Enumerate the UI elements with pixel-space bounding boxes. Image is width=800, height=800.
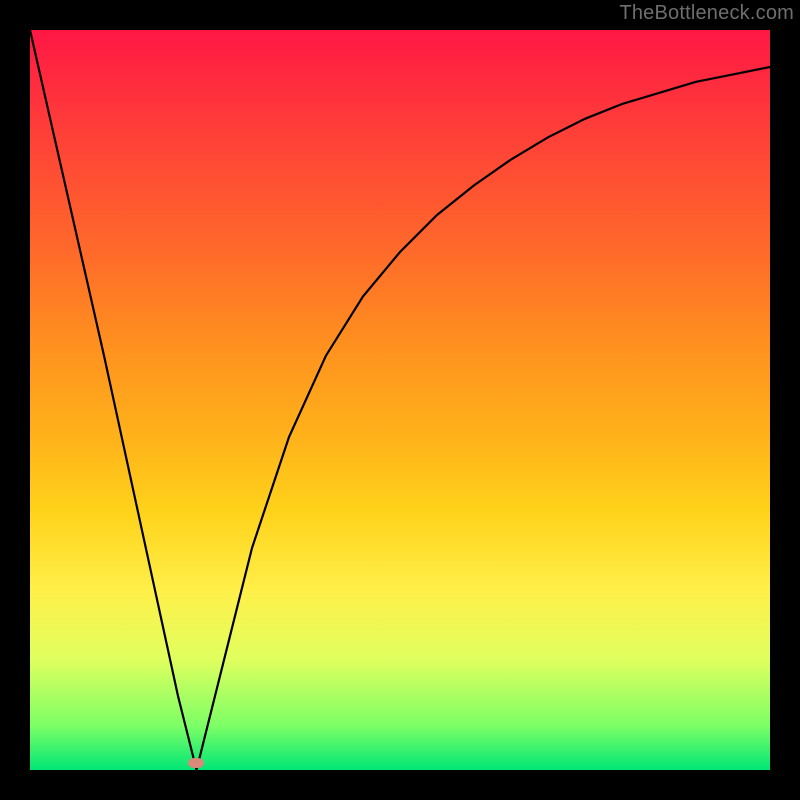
min-marker [188, 758, 204, 768]
watermark-text: TheBottleneck.com [619, 2, 794, 25]
chart-frame: TheBottleneck.com [0, 0, 800, 800]
curve-layer [0, 0, 800, 800]
curve-path [30, 30, 770, 770]
